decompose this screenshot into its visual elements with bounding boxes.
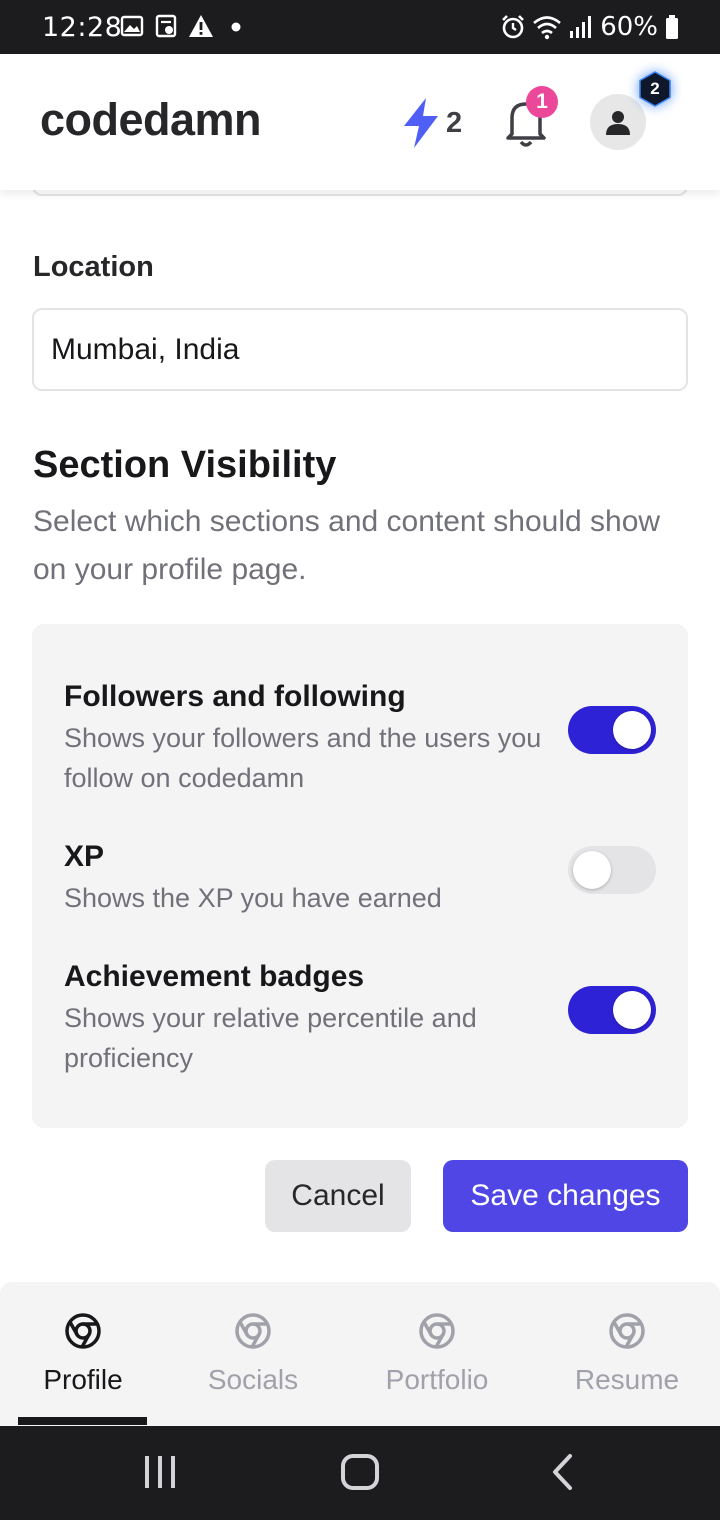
tab-label: Portfolio bbox=[385, 1364, 489, 1395]
tab-label: Socials bbox=[207, 1364, 299, 1395]
option-title: Achievement badges bbox=[64, 960, 365, 993]
xp-streak[interactable]: 2 bbox=[400, 96, 462, 150]
chrome-icon bbox=[609, 1313, 645, 1349]
option-xp: XP Shows the XP you have earned bbox=[64, 838, 564, 918]
option-followers: Followers and following Shows your follo… bbox=[64, 678, 564, 798]
back-icon[interactable] bbox=[548, 1452, 578, 1492]
option-description: Shows your followers and the users you f… bbox=[64, 723, 542, 793]
lightning-icon bbox=[404, 98, 438, 148]
chrome-icon bbox=[65, 1313, 101, 1349]
option-description: Shows the XP you have earned bbox=[64, 883, 442, 913]
status-right: 60% bbox=[500, 12, 680, 42]
xp-streak-count: 2 bbox=[446, 106, 463, 139]
chrome-icon bbox=[235, 1313, 271, 1349]
option-title: Followers and following bbox=[64, 680, 406, 713]
level-badge: 2 bbox=[650, 79, 660, 98]
recent-apps-icon[interactable] bbox=[142, 1452, 178, 1492]
option-achievement-badges: Achievement badges Shows your relative p… bbox=[64, 958, 564, 1078]
battery-icon bbox=[666, 15, 678, 39]
clipboard-icon bbox=[155, 14, 177, 38]
chrome-icon bbox=[419, 1313, 455, 1349]
profile-tab-bar: Profile Socials Portfolio Resume bbox=[0, 1282, 720, 1426]
user-icon bbox=[606, 111, 630, 135]
followers-toggle[interactable] bbox=[568, 706, 656, 754]
wifi-icon bbox=[533, 16, 562, 40]
battery-percent: 60% bbox=[600, 12, 658, 42]
toggle-knob bbox=[613, 991, 651, 1029]
tab-profile[interactable]: Profile bbox=[38, 1312, 128, 1396]
tab-resume[interactable]: Resume bbox=[572, 1312, 682, 1396]
location-label: Location bbox=[33, 251, 154, 283]
save-changes-button[interactable]: Save changes bbox=[443, 1160, 688, 1232]
system-nav-bar bbox=[0, 1426, 720, 1520]
tab-label: Resume bbox=[574, 1364, 680, 1395]
active-tab-indicator bbox=[18, 1417, 147, 1425]
signal-icon bbox=[570, 16, 592, 38]
section-visibility-title: Section Visibility bbox=[33, 444, 337, 486]
xp-toggle[interactable] bbox=[568, 846, 656, 894]
status-bar: 12:28 60% bbox=[0, 0, 720, 54]
tab-label: Profile bbox=[43, 1364, 123, 1395]
cancel-button[interactable]: Cancel bbox=[265, 1160, 411, 1232]
warning-icon bbox=[189, 15, 213, 37]
alarm-icon bbox=[502, 15, 525, 39]
status-left-icons bbox=[120, 14, 244, 38]
toggle-knob bbox=[573, 851, 611, 889]
option-title: XP bbox=[64, 840, 105, 873]
visibility-card: Followers and following Shows your follo… bbox=[32, 624, 688, 1128]
gallery-icon bbox=[120, 15, 144, 37]
achievement-badges-toggle[interactable] bbox=[568, 986, 656, 1034]
status-time: 12:28 bbox=[42, 12, 123, 43]
location-input[interactable] bbox=[32, 308, 688, 391]
tab-portfolio[interactable]: Portfolio bbox=[380, 1312, 494, 1396]
notification-badge: 1 bbox=[526, 86, 558, 118]
section-visibility-description: Select which sections and content should… bbox=[33, 505, 661, 586]
tab-socials[interactable]: Socials bbox=[204, 1312, 302, 1396]
option-description: Shows your relative percentile and profi… bbox=[64, 1003, 477, 1073]
codedamn-logo[interactable]: codedamn bbox=[40, 94, 262, 146]
toggle-knob bbox=[613, 711, 651, 749]
dot-icon bbox=[231, 22, 241, 32]
home-icon[interactable] bbox=[340, 1452, 380, 1492]
